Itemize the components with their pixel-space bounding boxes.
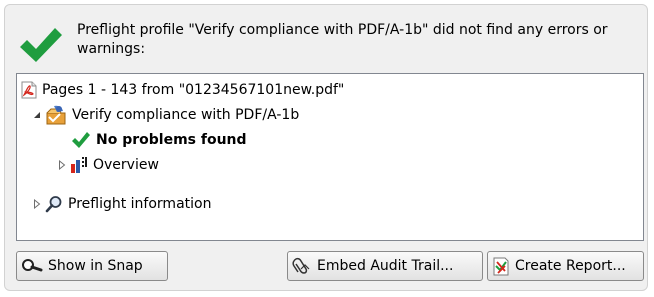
overview-chart-icon (71, 157, 87, 173)
magnifier-icon (45, 196, 62, 213)
tree-item-label: Overview (93, 157, 159, 173)
button-label: Embed Audit Trail... (317, 258, 454, 274)
paperclip-icon (292, 257, 310, 274)
checkmark-icon (20, 28, 62, 62)
tree-item-preflight-info[interactable]: Preflight information (32, 192, 211, 216)
tree-item-overview[interactable]: Overview (57, 153, 159, 177)
preflight-result-panel: Preflight profile "Verify compliance wit… (4, 4, 648, 291)
collapsed-arrow-icon[interactable] (57, 160, 67, 170)
collapsed-arrow-icon[interactable] (32, 199, 42, 209)
embed-audit-trail-button[interactable]: Embed Audit Trail... (287, 251, 483, 281)
tree-item-label: Preflight information (68, 196, 212, 212)
tree-item-label: Pages 1 - 143 from "01234567101new.pdf" (42, 82, 345, 98)
report-icon (493, 257, 509, 276)
snap-magnifier-icon (22, 259, 43, 272)
tree-item-result[interactable]: No problems found (71, 128, 247, 152)
pdf-file-icon (21, 81, 37, 99)
results-tree[interactable]: Pages 1 - 143 from "01234567101new.pdf" … (16, 73, 644, 241)
create-report-button[interactable]: Create Report... (487, 251, 644, 281)
show-in-snap-button[interactable]: Show in Snap (16, 251, 168, 281)
tree-item-profile[interactable]: Verify compliance with PDF/A-1b (32, 103, 299, 127)
tree-item-pages[interactable]: Pages 1 - 143 from "01234567101new.pdf" (21, 78, 344, 102)
checkmark-icon (72, 132, 90, 148)
tree-item-label: No problems found (96, 132, 247, 148)
button-label: Create Report... (515, 258, 626, 274)
button-label: Show in Snap (48, 258, 143, 274)
expanded-arrow-icon[interactable] (32, 110, 42, 120)
status-message: Preflight profile "Verify compliance wit… (77, 22, 608, 57)
preflight-profile-icon (46, 105, 66, 125)
tree-item-label: Verify compliance with PDF/A-1b (72, 107, 300, 123)
